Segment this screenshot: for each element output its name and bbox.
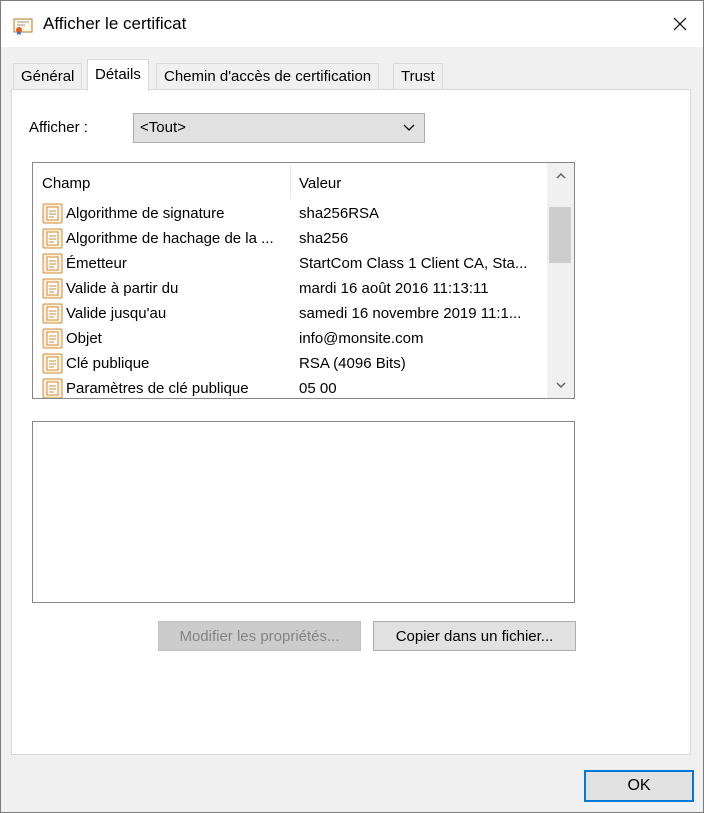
chevron-down-icon [555, 382, 566, 389]
field-name: Algorithme de hachage de la ... [66, 230, 274, 247]
list-item[interactable]: Valide à partir du mardi 16 août 2016 11… [33, 276, 545, 301]
field-icon [42, 303, 63, 324]
copy-to-file-button[interactable]: Copier dans un fichier... [373, 621, 576, 651]
certificate-icon [13, 18, 33, 35]
column-header-field[interactable]: Champ [42, 175, 90, 192]
field-name: Algorithme de signature [66, 205, 225, 222]
column-header-value[interactable]: Valeur [299, 175, 341, 192]
chevron-down-icon [403, 124, 415, 131]
field-value: mardi 16 août 2016 11:13:11 [299, 280, 489, 297]
scroll-up-button[interactable] [547, 163, 574, 189]
list-item[interactable]: Paramètres de clé publique 05 00 [33, 376, 545, 398]
field-value: sha256 [299, 230, 349, 247]
tab-general[interactable]: Général [13, 63, 83, 89]
field-name: Clé publique [66, 355, 150, 372]
list-item[interactable]: Clé publique RSA (4096 Bits) [33, 351, 545, 376]
field-name: Valide jusqu'au [66, 305, 167, 322]
close-button[interactable] [657, 1, 703, 47]
details-panel: Afficher : <Tout> Champ Valeur Algorithm… [11, 89, 691, 755]
field-name: Objet [66, 330, 102, 347]
edit-properties-button[interactable]: Modifier les propriétés... [158, 621, 361, 651]
field-icon [42, 278, 63, 299]
list-item[interactable]: Algorithme de signature sha256RSA [33, 201, 545, 226]
column-divider[interactable] [290, 165, 291, 199]
certificate-dialog: Afficher le certificat Général Détails C… [0, 0, 704, 813]
list-item[interactable]: Algorithme de hachage de la ... sha256 [33, 226, 545, 251]
close-icon [673, 17, 687, 31]
scroll-down-button[interactable] [547, 372, 574, 398]
list-item[interactable]: Valide jusqu'au samedi 16 novembre 2019 … [33, 301, 545, 326]
field-value: 05 00 [299, 380, 337, 397]
field-name: Émetteur [66, 255, 127, 272]
vertical-scrollbar[interactable] [547, 163, 574, 398]
tab-trust[interactable]: Trust [393, 63, 443, 89]
field-icon [42, 203, 63, 224]
scroll-thumb[interactable] [549, 207, 571, 263]
field-value: info@monsite.com [299, 330, 424, 347]
tab-certification-path[interactable]: Chemin d'accès de certification [156, 63, 380, 89]
field-icon [42, 378, 63, 398]
field-value: samedi 16 novembre 2019 11:1... [299, 305, 522, 322]
dialog-title: Afficher le certificat [43, 14, 187, 33]
chevron-up-icon [555, 172, 566, 179]
list-item[interactable]: Émetteur StartCom Class 1 Client CA, Sta… [33, 251, 545, 276]
field-name: Valide à partir du [66, 280, 179, 297]
field-value: sha256RSA [299, 205, 380, 222]
show-label: Afficher : [29, 119, 88, 136]
ok-button[interactable]: OK [584, 770, 694, 802]
field-icon [42, 253, 63, 274]
field-value: StartCom Class 1 Client CA, Sta... [299, 255, 528, 272]
list-item[interactable]: Objet info@monsite.com [33, 326, 545, 351]
field-name: Paramètres de clé publique [66, 380, 249, 397]
field-value: RSA (4096 Bits) [299, 355, 406, 372]
list-header: Champ Valeur [33, 163, 545, 201]
value-detail-box[interactable] [32, 421, 575, 603]
field-icon [42, 328, 63, 349]
title-bar: Afficher le certificat [1, 1, 703, 47]
show-select[interactable]: <Tout> [133, 113, 425, 143]
field-icon [42, 228, 63, 249]
field-icon [42, 353, 63, 374]
show-select-value: <Tout> [140, 119, 186, 136]
tab-details[interactable]: Détails [87, 59, 149, 91]
fields-list[interactable]: Champ Valeur Algorithme de signature sha… [32, 162, 575, 399]
